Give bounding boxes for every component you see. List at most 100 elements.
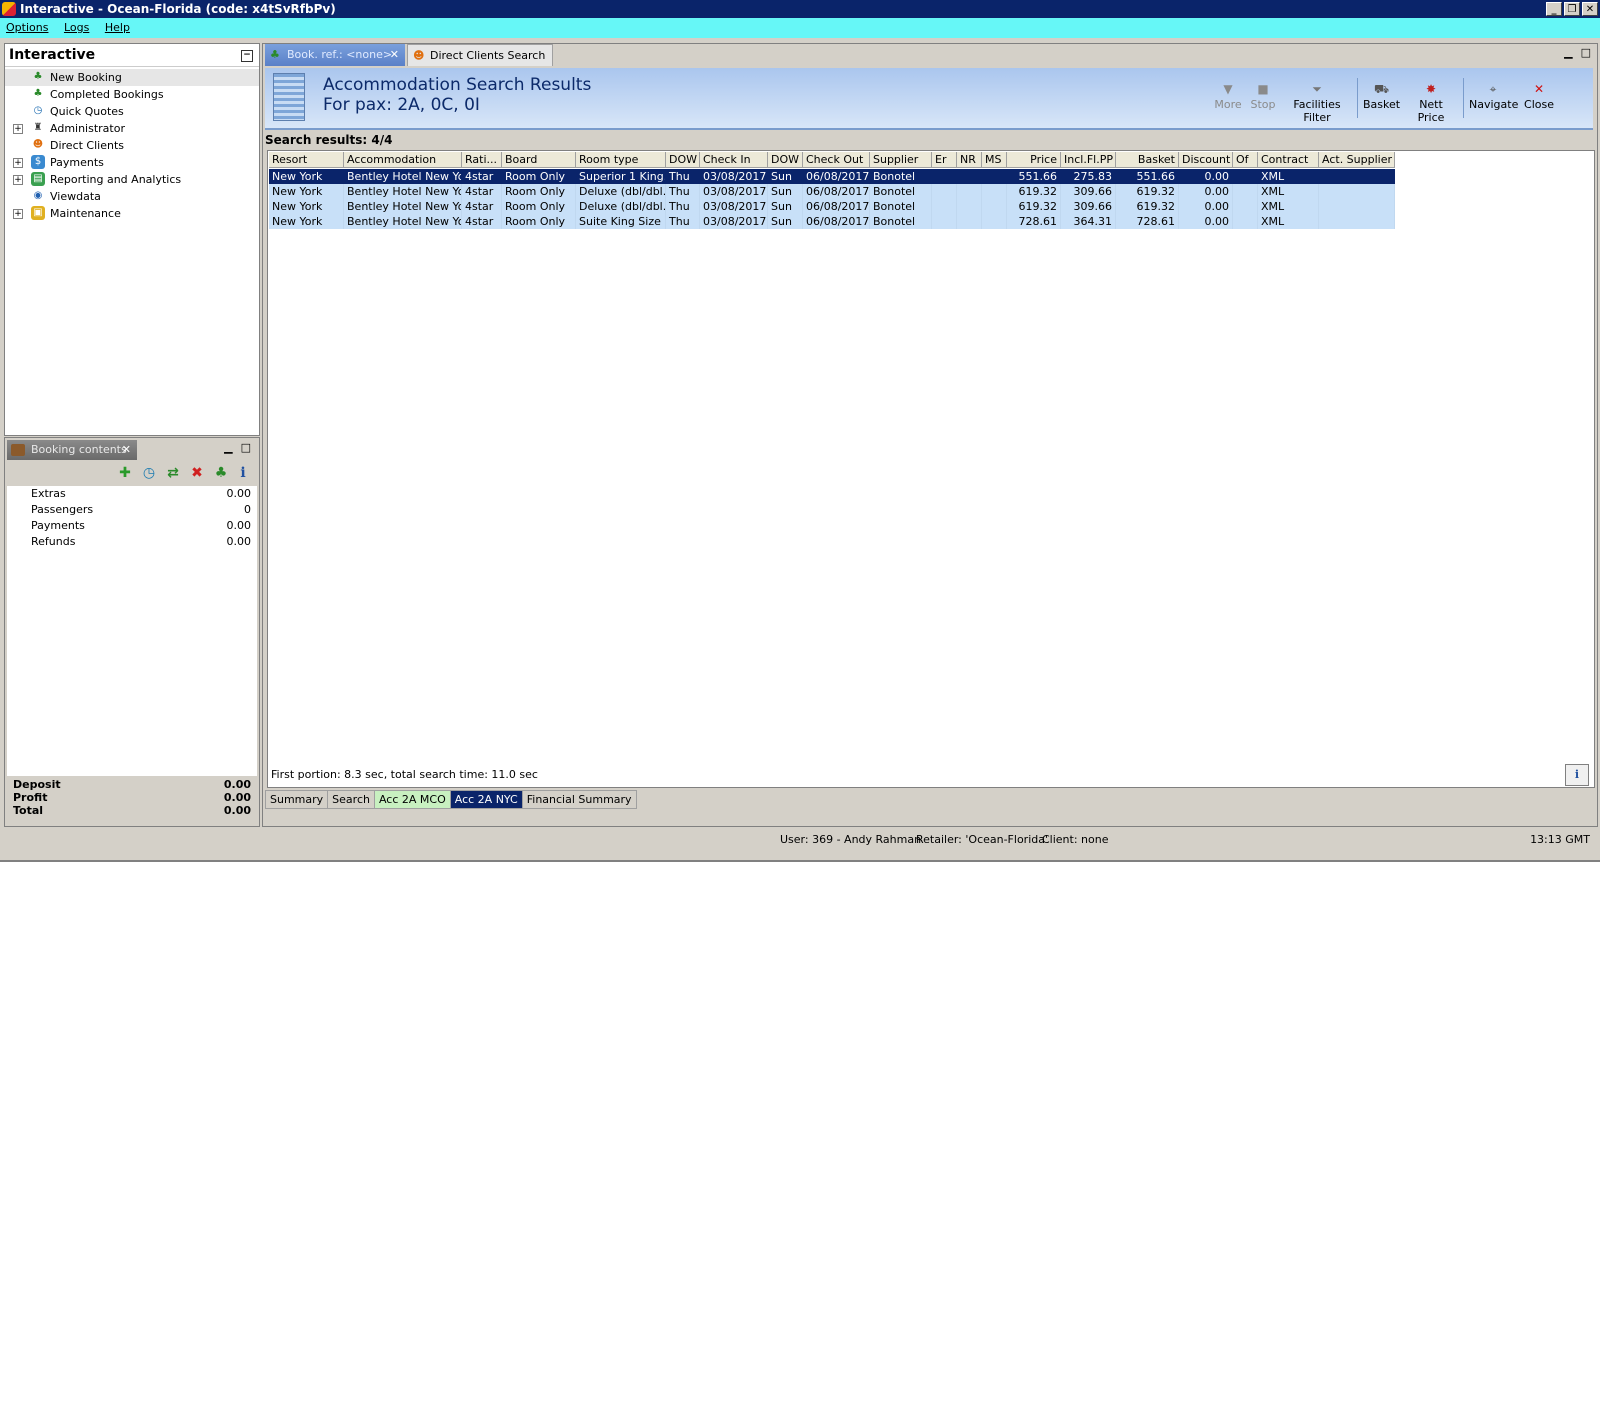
nav-item-maintenance[interactable]: + ▣ Maintenance	[5, 205, 259, 222]
nav-item-viewdata[interactable]: ◉ Viewdata	[5, 188, 259, 205]
expand-icon[interactable]: +	[13, 124, 23, 134]
minimize-panel-icon[interactable]: ▁	[224, 441, 232, 454]
refresh-icon[interactable]: ◷	[141, 465, 157, 481]
results-title: Accommodation Search Results	[323, 75, 592, 95]
column-header[interactable]: Accommodation	[344, 152, 462, 168]
table-cell: Bentley Hotel New York	[344, 199, 462, 214]
palm-tree-icon[interactable]: ♣	[213, 465, 229, 481]
nav-item-direct-clients[interactable]: ☻ Direct Clients	[5, 137, 259, 154]
tab-summary[interactable]: Summary	[265, 790, 329, 809]
restore-button[interactable]: ❐	[1564, 2, 1580, 16]
tab-acc-2a-nyc[interactable]: Acc 2A NYC	[449, 790, 523, 809]
tab-acc-2a-mco[interactable]: Acc 2A MCO	[373, 790, 451, 809]
stop-button[interactable]: ■ Stop	[1248, 82, 1278, 111]
nav-item-new-booking[interactable]: ♣ New Booking	[5, 69, 259, 86]
column-header[interactable]: Er	[932, 152, 957, 168]
table-cell: Room Only	[502, 199, 576, 214]
column-header[interactable]: NR	[957, 152, 982, 168]
expand-icon[interactable]: +	[13, 158, 23, 168]
facilities-filter-label: Facilities Filter	[1293, 98, 1341, 124]
basket-transfer-icon[interactable]: ⇄	[165, 465, 181, 481]
table-cell	[932, 214, 957, 229]
booking-contents-tab[interactable]: Booking contents ✕	[7, 440, 137, 460]
column-header[interactable]: MS	[982, 152, 1007, 168]
maximize-panel-icon[interactable]: □	[241, 441, 251, 454]
table-cell	[1319, 199, 1395, 214]
column-header[interactable]: Basket	[1116, 152, 1179, 168]
total-row-deposit: Deposit 0.00	[7, 778, 257, 791]
minimize-panel-icon[interactable]: ▁	[1564, 46, 1572, 59]
close-window-button[interactable]: ✕	[1582, 2, 1598, 16]
booking-contents-tab-label: Booking contents	[31, 443, 127, 456]
nav-item-quick-quotes[interactable]: ◷ Quick Quotes	[5, 103, 259, 120]
column-header[interactable]: Rati...	[462, 152, 502, 168]
column-header[interactable]: DOW	[768, 152, 803, 168]
nav-item-administrator[interactable]: + ♜ Administrator	[5, 120, 259, 137]
navigation-tree: ♣ New Booking ♣ Completed Bookings ◷ Qui…	[5, 67, 259, 222]
column-header[interactable]: Act. Supplier	[1319, 152, 1395, 168]
delete-icon[interactable]: ✖	[189, 465, 205, 481]
nett-price-button[interactable]: ✸ Nett Price	[1405, 82, 1457, 124]
table-cell: 551.66	[1007, 169, 1061, 184]
close-tab-icon[interactable]: ✕	[122, 440, 131, 460]
maximize-panel-icon[interactable]: □	[1581, 46, 1591, 59]
palm-tree-icon: ♣	[270, 48, 280, 61]
menu-help[interactable]: Help	[99, 18, 136, 38]
add-icon[interactable]: ✚	[117, 465, 133, 481]
minimize-button[interactable]: _	[1546, 2, 1562, 16]
info-button[interactable]: i	[1565, 764, 1589, 786]
column-header[interactable]: Incl.Fl.PP	[1061, 152, 1116, 168]
basket-button[interactable]: ⛟ Basket	[1363, 82, 1400, 111]
column-header[interactable]: Contract	[1258, 152, 1319, 168]
toolbar-separator	[1463, 78, 1464, 118]
payments-icon: $	[31, 155, 45, 169]
close-tab-icon[interactable]: ✕	[390, 44, 399, 66]
main-panel: ♣ Book. ref.: <none> ✕ ☻ Direct Clients …	[262, 43, 1598, 827]
more-button[interactable]: ▼ More	[1213, 82, 1243, 111]
table-cell	[982, 199, 1007, 214]
nav-item-payments[interactable]: + $ Payments	[5, 154, 259, 171]
table-cell: 06/08/2017	[803, 184, 870, 199]
column-header[interactable]: Board	[502, 152, 576, 168]
nav-item-completed-bookings[interactable]: ♣ Completed Bookings	[5, 86, 259, 103]
booking-row-value: 0.00	[226, 519, 252, 532]
building-icon	[273, 73, 305, 121]
nav-item-reporting-and-analytics[interactable]: + ▤ Reporting and Analytics	[5, 171, 259, 188]
menu-options[interactable]: Options	[0, 18, 54, 38]
table-cell: XML	[1258, 169, 1319, 184]
column-header[interactable]: Check In	[700, 152, 768, 168]
menu-logs[interactable]: Logs	[58, 18, 95, 38]
navigation-panel-title: Interactive	[9, 47, 96, 63]
facilities-filter-button[interactable]: ⏷ Facilities Filter	[1281, 82, 1353, 124]
navigate-button[interactable]: ⌖ Navigate	[1469, 82, 1518, 111]
column-header[interactable]: Room type	[576, 152, 666, 168]
expand-icon[interactable]: +	[13, 209, 23, 219]
table-cell: 364.31	[1061, 214, 1116, 229]
info-icon[interactable]: i	[235, 465, 251, 481]
table-cell: 03/08/2017	[700, 199, 768, 214]
nav-item-label: Payments	[50, 156, 104, 169]
column-header[interactable]: Of	[1233, 152, 1258, 168]
close-button[interactable]: ✕ Close	[1523, 82, 1555, 111]
column-header[interactable]: Check Out	[803, 152, 870, 168]
collapse-icon[interactable]: −	[241, 50, 253, 62]
column-header[interactable]: Price	[1007, 152, 1061, 168]
column-header[interactable]: DOW	[666, 152, 700, 168]
tab-search[interactable]: Search	[327, 790, 375, 809]
report-icon: ▤	[31, 172, 45, 186]
column-header[interactable]: Supplier	[870, 152, 932, 168]
column-header[interactable]: Resort	[269, 152, 344, 168]
booking-row-label: Payments	[31, 519, 85, 532]
tab-direct-clients-search[interactable]: ☻ Direct Clients Search	[407, 44, 553, 66]
tab-booking[interactable]: ♣ Book. ref.: <none> ✕	[265, 44, 405, 66]
expand-icon[interactable]: +	[13, 175, 23, 185]
table-cell: Bentley Hotel New York	[344, 184, 462, 199]
navigation-panel: Interactive − ♣ New Booking ♣ Completed …	[4, 43, 260, 436]
menu-bar: Options Logs Help	[0, 18, 1600, 38]
tab-booking-label: Book. ref.: <none>	[287, 48, 393, 61]
table-cell: 275.83	[1061, 169, 1116, 184]
tab-financial-summary[interactable]: Financial Summary	[521, 790, 637, 809]
nav-item-label: Completed Bookings	[50, 88, 164, 101]
column-header[interactable]: Discount	[1179, 152, 1233, 168]
status-retailer: Retailer: 'Ocean-Florida'	[916, 833, 1048, 846]
